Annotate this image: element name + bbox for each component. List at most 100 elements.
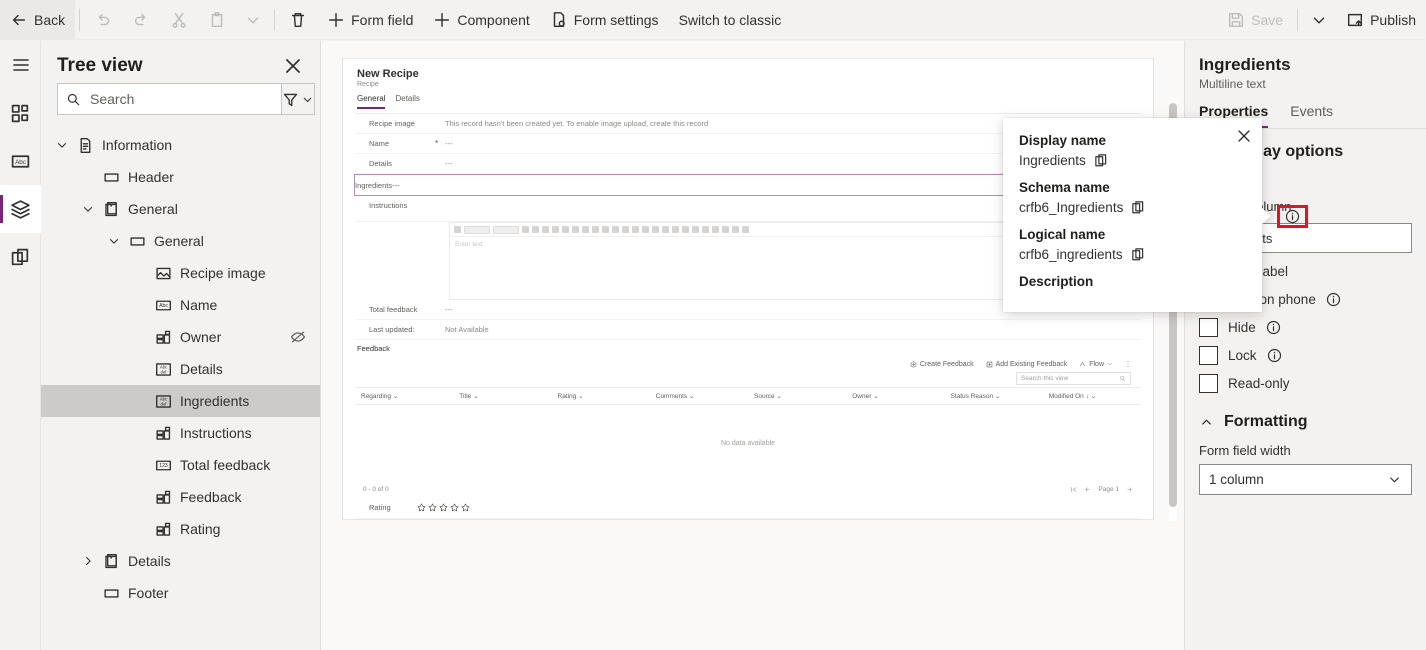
back-button[interactable]: Back xyxy=(0,0,76,40)
italic-icon[interactable] xyxy=(532,226,539,233)
search-input[interactable] xyxy=(88,90,273,108)
insert-link-icon[interactable] xyxy=(652,226,659,233)
blockquote-icon[interactable] xyxy=(612,226,619,233)
pages-button[interactable] xyxy=(0,233,41,281)
subgrid-search-box[interactable]: Search this view xyxy=(1016,372,1131,385)
subgrid-overflow-button[interactable] xyxy=(1125,360,1131,368)
copy-icon[interactable] xyxy=(1131,200,1146,215)
form-field-button[interactable]: Form field xyxy=(317,0,423,40)
paste-button[interactable] xyxy=(198,0,236,40)
align-center-icon[interactable] xyxy=(632,226,639,233)
align-left-icon[interactable] xyxy=(622,226,629,233)
subgrid-column-header[interactable]: Modified On ↓ ⌄ xyxy=(1043,392,1141,400)
chevron-down-icon[interactable] xyxy=(81,202,95,216)
form-tab-general[interactable]: General xyxy=(357,94,386,109)
redo-icon[interactable] xyxy=(722,226,729,233)
info-icon[interactable] xyxy=(1266,320,1281,335)
formatting-section-header[interactable]: Formatting xyxy=(1185,393,1426,431)
format-painter-icon[interactable] xyxy=(454,226,461,233)
decrease-indent-icon[interactable] xyxy=(592,226,599,233)
copy-icon[interactable] xyxy=(1131,247,1146,262)
subgrid-column-header[interactable]: Source ⌄ xyxy=(748,392,846,400)
horizontal-rule-icon[interactable] xyxy=(672,226,679,233)
checkbox-box[interactable] xyxy=(1199,346,1218,365)
switch-to-classic-button[interactable]: Switch to classic xyxy=(669,0,792,40)
flow-button[interactable]: Flow xyxy=(1079,361,1113,368)
save-options-button[interactable] xyxy=(1302,0,1336,40)
next-page-icon[interactable] xyxy=(1126,486,1133,493)
component-button[interactable]: Component xyxy=(423,0,539,40)
tree-node-information[interactable]: Information xyxy=(41,129,320,161)
numbered-list-icon[interactable] xyxy=(582,226,589,233)
underline-icon[interactable] xyxy=(542,226,549,233)
info-icon[interactable] xyxy=(1267,348,1282,363)
font-family-select[interactable] xyxy=(464,225,490,234)
checkbox-read-only[interactable]: Read-only xyxy=(1185,365,1426,393)
subgrid-column-header[interactable]: Status Reason ⌄ xyxy=(945,392,1043,400)
font-size-select[interactable] xyxy=(493,225,519,234)
copy-icon[interactable] xyxy=(1094,153,1109,168)
insert-table-icon[interactable] xyxy=(742,226,749,233)
tree-node-footer[interactable]: Footer xyxy=(41,577,320,609)
form-settings-button[interactable]: Form settings xyxy=(540,0,669,40)
tree-node-details[interactable]: Abc def Details xyxy=(41,353,320,385)
subgrid-column-header[interactable]: Comments ⌄ xyxy=(650,392,748,400)
tree-view-button[interactable] xyxy=(0,185,41,233)
checkbox-lock[interactable]: Lock xyxy=(1185,337,1426,365)
subgrid-column-header[interactable]: Owner ⌄ xyxy=(846,392,944,400)
superscript-icon[interactable] xyxy=(692,226,699,233)
tree-filter-button[interactable] xyxy=(282,83,315,115)
fields-button[interactable]: Abc xyxy=(0,137,41,185)
add-existing-feedback-button[interactable]: Add Existing Feedback xyxy=(986,361,1067,368)
tree-node-general[interactable]: General xyxy=(41,193,320,225)
align-right-icon[interactable] xyxy=(642,226,649,233)
form-row-last-updated[interactable]: Last updated: Not Available xyxy=(355,320,1141,340)
form-field-width-select[interactable]: 1 column xyxy=(1199,464,1412,495)
create-feedback-button[interactable]: Create Feedback xyxy=(910,361,974,368)
tab-events[interactable]: Events xyxy=(1290,103,1333,128)
tree-node-name[interactable]: Abc Name xyxy=(41,289,320,321)
increase-indent-icon[interactable] xyxy=(602,226,609,233)
star-icon[interactable] xyxy=(428,503,437,512)
star-icon[interactable] xyxy=(461,503,470,512)
checkbox-hide[interactable]: Hide xyxy=(1185,309,1426,337)
hidden-eye-icon[interactable] xyxy=(290,329,306,345)
subgrid-column-header[interactable]: Title ⌄ xyxy=(453,392,551,400)
bullet-list-icon[interactable] xyxy=(572,226,579,233)
star-icon[interactable] xyxy=(417,503,426,512)
save-button[interactable]: Save xyxy=(1217,0,1293,40)
subgrid-column-header[interactable]: Rating ⌄ xyxy=(552,392,650,400)
remove-link-icon[interactable] xyxy=(662,226,669,233)
star-icon[interactable] xyxy=(450,503,459,512)
close-icon[interactable] xyxy=(1235,127,1253,145)
tree-node-header[interactable]: Header xyxy=(41,161,320,193)
font-color-icon[interactable] xyxy=(562,226,569,233)
undo-icon[interactable] xyxy=(712,226,719,233)
menu-button[interactable] xyxy=(0,41,41,89)
redo-button[interactable] xyxy=(122,0,160,40)
tree-node-feedback[interactable]: Feedback xyxy=(41,481,320,513)
tree-node-general[interactable]: General xyxy=(41,225,320,257)
previous-page-icon[interactable] xyxy=(1084,486,1091,493)
checkbox-box[interactable] xyxy=(1199,374,1218,393)
tree-node-rating[interactable]: Rating xyxy=(41,513,320,545)
clipboard-more-button[interactable] xyxy=(236,0,270,40)
form-row-rating[interactable]: Rating xyxy=(355,497,1141,519)
cut-button[interactable] xyxy=(160,0,198,40)
chevron-down-icon[interactable] xyxy=(107,234,121,248)
tree-node-owner[interactable]: Owner xyxy=(41,321,320,353)
tree-node-ingredients[interactable]: Abc def Ingredients xyxy=(41,385,320,417)
components-button[interactable] xyxy=(0,89,41,137)
chevron-down-icon[interactable] xyxy=(55,138,69,152)
insert-image-icon[interactable] xyxy=(682,226,689,233)
clear-format-icon[interactable] xyxy=(732,226,739,233)
info-icon[interactable] xyxy=(1326,292,1341,307)
rating-stars[interactable] xyxy=(417,503,470,512)
subgrid-column-header[interactable]: Regarding ⌄ xyxy=(355,392,453,400)
checkbox-box[interactable] xyxy=(1199,318,1218,337)
tree-node-instructions[interactable]: Instructions xyxy=(41,417,320,449)
highlight-icon[interactable] xyxy=(552,226,559,233)
subscript-icon[interactable] xyxy=(702,226,709,233)
delete-button[interactable] xyxy=(279,0,317,40)
star-icon[interactable] xyxy=(439,503,448,512)
